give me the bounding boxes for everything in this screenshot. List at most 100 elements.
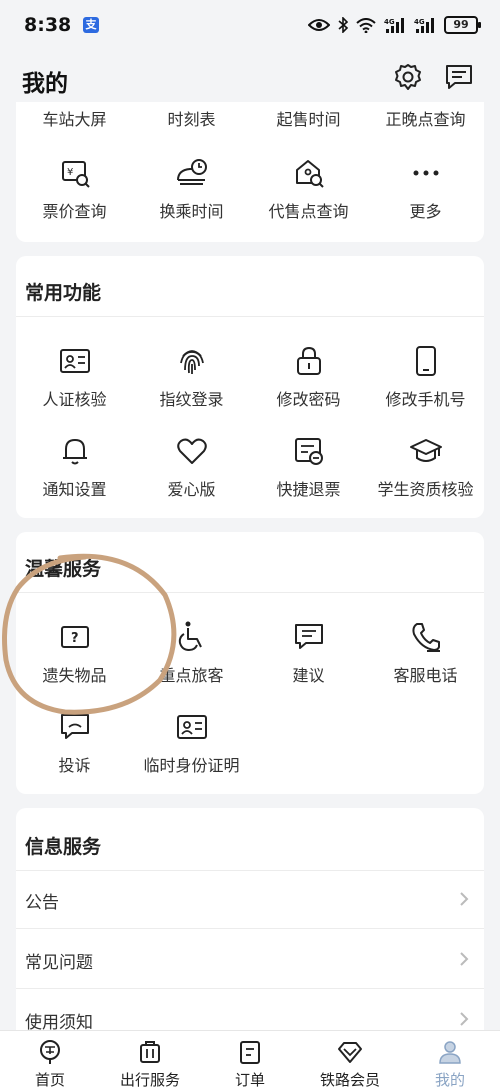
suggestion-item[interactable]: 建议 [250, 620, 367, 686]
member-diamond-icon [338, 1042, 362, 1063]
ticket-price-search-icon: ¥ [61, 161, 90, 188]
page-header: 我的 [0, 52, 500, 102]
info-services-title: 信息服务 [25, 836, 102, 858]
page-title: 我的 [22, 71, 68, 97]
id-verify-label: 人证核验 [42, 390, 107, 409]
profile-icon [439, 1041, 461, 1064]
care-mode-item[interactable]: 爱心版 [133, 434, 250, 500]
faq-row[interactable]: 常见问题 [16, 930, 484, 988]
change-password-label: 修改密码 [276, 390, 341, 409]
divider [16, 316, 484, 317]
tab-home-label: 首页 [34, 1071, 65, 1089]
divider [16, 592, 484, 593]
chevron-right-icon [460, 1012, 469, 1026]
agency-query-label: 代售点查询 [268, 202, 349, 221]
info-services-card: 信息服务 公告 常见问题 使用须知 [16, 808, 484, 1033]
temp-id-item[interactable]: 临时身份证明 [133, 710, 250, 776]
lost-items-item[interactable]: ? 遗失物品 [16, 620, 133, 686]
suggestion-icon [294, 624, 323, 649]
complaint-item[interactable]: 投诉 [16, 710, 133, 776]
warm-services-title: 温馨服务 [25, 558, 102, 580]
bell-icon [62, 439, 87, 465]
fingerprint-login-label: 指纹登录 [159, 390, 224, 409]
lock-icon [296, 346, 321, 375]
faq-label: 常见问题 [25, 953, 93, 973]
id-verify-item[interactable]: 人证核验 [16, 344, 133, 410]
student-verify-label: 学生资质核验 [377, 480, 474, 499]
transfer-time-label: 换乘时间 [159, 202, 224, 221]
wifi-icon [356, 17, 376, 33]
phone-call-icon [411, 623, 440, 652]
agency-query-item[interactable]: 代售点查询 [250, 156, 367, 222]
station-screen-item[interactable]: 车站大屏 [16, 106, 133, 130]
home-railway-icon [40, 1040, 60, 1064]
eye-icon [308, 19, 330, 31]
train-clock-icon [176, 159, 207, 185]
travel-tools-card: 车站大屏 时刻表 起售时间 正晚点查询 ¥ 票价查询 换乘时间 代售点查询 更多 [16, 102, 484, 242]
quick-refund-item[interactable]: 快捷退票 [250, 434, 367, 500]
notification-settings-label: 通知设置 [42, 480, 107, 499]
graduation-cap-icon [409, 439, 442, 462]
ticket-price-query-label: 票价查询 [42, 202, 107, 221]
signal-4g-icon-2: 4G [414, 18, 434, 33]
message-icon[interactable] [444, 62, 474, 92]
ticket-price-query-item[interactable]: ¥ 票价查询 [16, 156, 133, 222]
announcement-label: 公告 [25, 893, 59, 913]
tab-railway-member[interactable]: 铁路会员 [300, 1031, 400, 1091]
common-functions-card: 常用功能 人证核验 指纹登录 修改密码 修改手机号 通知设置 爱心版 快捷退票 … [16, 256, 484, 518]
tab-travel-service-label: 出行服务 [119, 1071, 180, 1089]
temp-id-label: 临时身份证明 [143, 756, 240, 775]
tab-orders-label: 订单 [234, 1071, 265, 1089]
refund-ticket-icon [294, 438, 323, 465]
tab-mine[interactable]: 我的 [400, 1031, 500, 1091]
svg-text:4G: 4G [384, 18, 395, 26]
customer-service-item[interactable]: 客服电话 [367, 620, 484, 686]
temp-id-icon [176, 715, 207, 739]
more-item[interactable]: 更多 [367, 156, 484, 222]
care-mode-label: 爱心版 [167, 480, 216, 499]
delay-query-item[interactable]: 正晚点查询 [367, 106, 484, 130]
timetable-item[interactable]: 时刻表 [133, 106, 250, 130]
wheelchair-icon [178, 621, 202, 652]
tab-railway-member-label: 铁路会员 [319, 1071, 380, 1089]
warm-services-card: 温馨服务 ? 遗失物品 重点旅客 建议 客服电话 投诉 临时身份证明 [16, 532, 484, 794]
divider [16, 988, 484, 989]
notification-settings-item[interactable]: 通知设置 [16, 434, 133, 500]
lost-items-label: 遗失物品 [42, 666, 107, 685]
quick-refund-label: 快捷退票 [276, 480, 341, 499]
fingerprint-login-item[interactable]: 指纹登录 [133, 344, 250, 410]
complaint-label: 投诉 [58, 756, 91, 775]
more-label: 更多 [409, 202, 442, 221]
phone-icon [415, 346, 436, 376]
tab-home[interactable]: 首页 [0, 1031, 100, 1091]
divider [16, 928, 484, 929]
more-icon [413, 170, 438, 176]
svg-text:¥: ¥ [67, 167, 73, 178]
student-verify-item[interactable]: 学生资质核验 [367, 434, 484, 500]
svg-text:?: ? [71, 631, 79, 646]
status-time: 8:38 [24, 14, 72, 36]
change-phone-item[interactable]: 修改手机号 [367, 344, 484, 410]
signal-4g-icon: 4G [384, 18, 404, 33]
heart-icon [176, 438, 207, 464]
agency-search-icon [295, 160, 324, 188]
id-card-icon [59, 349, 90, 373]
announcement-row[interactable]: 公告 [16, 870, 484, 928]
status-icons: 4G 4G 99 [308, 15, 481, 35]
tab-orders[interactable]: 订单 [200, 1031, 300, 1091]
status-app-badge: 支 [83, 17, 99, 33]
fingerprint-icon [179, 350, 204, 374]
transfer-time-item[interactable]: 换乘时间 [133, 156, 250, 222]
chevron-right-icon [460, 952, 469, 966]
suggestion-label: 建议 [292, 666, 325, 685]
common-functions-title: 常用功能 [25, 282, 102, 304]
sale-time-item[interactable]: 起售时间 [250, 106, 367, 130]
order-icon [240, 1041, 260, 1064]
tab-travel-service[interactable]: 出行服务 [100, 1031, 200, 1091]
change-password-item[interactable]: 修改密码 [250, 344, 367, 410]
luggage-icon [140, 1041, 160, 1063]
change-phone-label: 修改手机号 [385, 390, 466, 409]
settings-gear-icon[interactable] [393, 62, 423, 92]
bluetooth-icon [338, 17, 348, 33]
key-passenger-item[interactable]: 重点旅客 [133, 620, 250, 686]
